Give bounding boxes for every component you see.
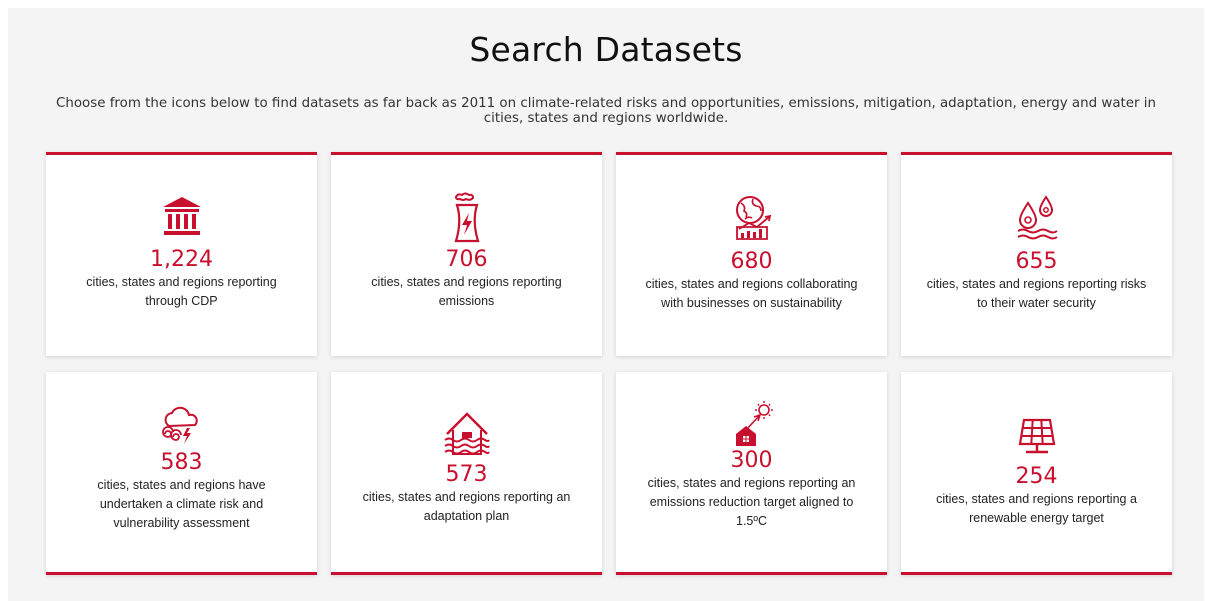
dataset-count: 706 <box>445 247 488 272</box>
dataset-description: cities, states and regions reporting ris… <box>926 277 1147 310</box>
storm-cloud-icon <box>161 406 198 444</box>
dataset-count: 1,224 <box>150 247 213 272</box>
house-sun-target-icon <box>735 401 773 446</box>
page-title: Search Datasets <box>469 30 743 69</box>
dataset-description: cities, states and regions reporting an … <box>362 490 571 523</box>
dataset-card-reporting-emissions[interactable]: 706 cities, states and regions reporting… <box>331 152 602 356</box>
flooded-house-icon <box>443 412 490 455</box>
dataset-count: 254 <box>1015 464 1058 489</box>
dataset-card-reporting-through-cdp[interactable]: 1,224 cities, states and regions reporti… <box>46 152 317 356</box>
dataset-count: 655 <box>1015 249 1058 274</box>
dataset-grid: 1,224 cities, states and regions reporti… <box>46 152 1172 576</box>
water-drops-icon <box>1016 195 1058 240</box>
dataset-description: cities, states and regions reporting an … <box>647 476 856 528</box>
dataset-card-business-collaboration[interactable]: 680 cities, states and regions collabora… <box>616 152 887 356</box>
globe-chart-icon <box>735 196 771 240</box>
dataset-count: 583 <box>160 450 203 475</box>
dataset-card-climate-risk-assessment[interactable]: 583 cities, states and regions have unde… <box>46 372 317 575</box>
dataset-description: cities, states and regions reporting a r… <box>936 492 1137 525</box>
dataset-count: 300 <box>730 448 773 473</box>
dataset-count: 680 <box>730 249 773 274</box>
dataset-count: 573 <box>445 462 488 487</box>
dataset-description: cities, states and regions reporting emi… <box>371 275 562 308</box>
dataset-card-water-security[interactable]: 655 cities, states and regions reporting… <box>901 152 1172 356</box>
dataset-card-1-5-target[interactable]: 300 cities, states and regions reporting… <box>616 372 887 575</box>
dataset-description: cities, states and regions have undertak… <box>97 478 266 530</box>
dataset-description: cities, states and regions reporting thr… <box>86 275 277 308</box>
power-plant-icon <box>454 192 479 243</box>
solar-panel-icon <box>1018 418 1055 454</box>
page-subtitle: Choose from the icons below to find data… <box>56 96 1156 126</box>
dataset-description: cities, states and regions collaborating… <box>645 277 858 310</box>
dataset-card-adaptation-plan[interactable]: 573 cities, states and regions reporting… <box>331 372 602 575</box>
government-building-icon <box>162 197 201 235</box>
dataset-card-renewable-energy-target[interactable]: 254 cities, states and regions reporting… <box>901 372 1172 575</box>
